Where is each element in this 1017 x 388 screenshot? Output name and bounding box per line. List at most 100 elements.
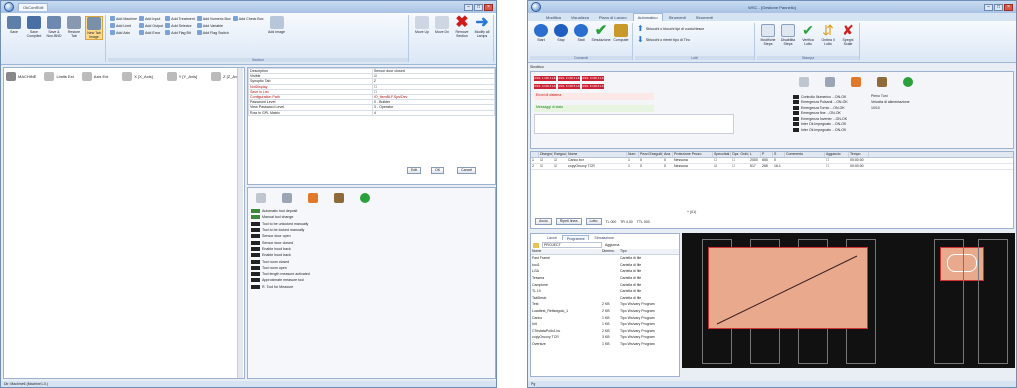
minimize-button[interactable]: – [984,3,993,11]
file-row[interactable]: Campione Cartella di file [531,281,679,288]
lamp-row[interactable]: R. Tool for Measure [251,284,492,290]
axis-led[interactable]: ASS. 1 NR 1 LK LIM.LAL [534,76,556,85]
avvio-button[interactable]: Avvio [535,218,552,225]
maximize-button[interactable]: □ [994,3,1003,11]
file-row[interactable]: Test 2 KB Tipo Ws/vary Program [531,301,679,308]
green-circle-icon[interactable] [360,193,370,203]
column-header[interactable]: Eseguo [553,152,567,157]
axis-led[interactable]: ASS. 6 NR 6 LK LIM.LAL [582,84,604,93]
ribbon-tab[interactable]: Automatico [632,13,663,21]
maximize-button[interactable]: □ [474,3,483,11]
file-row[interactable]: LGA Cartella di file [531,268,679,275]
add-input-button[interactable]: Add Input [138,16,163,21]
add-selector-button[interactable]: Add Selector [165,23,195,28]
ribbon-tab[interactable]: Strumenti [692,14,717,21]
property-value[interactable]: 4 [371,109,495,116]
column-header[interactable]: Num [627,152,639,157]
new-tab-image-button[interactable]: New Tab Image [85,16,103,40]
tools-icon[interactable] [282,193,292,203]
tree-node[interactable]: Limits Ext [38,71,74,83]
close-button[interactable]: × [1004,3,1013,11]
arrow-down-button[interactable]: ⬇ Sblocchi o rientri tipo di Tiro [637,35,690,44]
ok-button[interactable]: OK [431,167,445,174]
tree-node[interactable]: Y [Y_Axis] [155,71,197,83]
axis-led[interactable]: ASS. 3 NR 3 LK LIM.LAL [582,76,604,85]
disabilita-steps-button[interactable]: Disabilita Steps [779,24,797,46]
arrow-up-button[interactable]: ⬆ Sblocchi o blocchi tipi di vuoto/riesce [637,24,704,33]
column-header[interactable]: P [761,152,773,157]
file-row[interactable]: tool1 Cartella di file [531,262,679,269]
explorer-tab[interactable]: Lavori [543,235,561,240]
file-row[interactable]: Fast Frame Cartella di file [531,255,679,262]
explorer-column-header[interactable]: Nome [531,249,601,254]
minimize-button[interactable]: – [464,3,473,11]
add-limit-button[interactable]: Add Limit [110,23,137,28]
simulation-button[interactable]: ✔ Simulazione [591,23,610,42]
edit-button[interactable]: Edit [407,167,422,174]
explorer-column-header[interactable]: Tipo [619,249,675,254]
verifica-lotto-button[interactable]: ✔ Verifica Lotto [799,23,817,46]
column-header[interactable]: Commento [785,152,825,157]
app-menu-orb[interactable] [4,2,14,12]
column-header[interactable]: Tempo [849,152,869,157]
file-row[interactable]: CTestataPollo1.bc 2 KB Tipo Ws/vary Progra… [531,328,679,335]
move-down-button[interactable]: Move Dn [433,16,451,34]
column-header[interactable]: S [773,152,785,157]
fire-icon[interactable] [851,77,861,87]
file-row[interactable]: Oversize 1 KB Tipo Ws/vary Program [531,341,679,348]
cancel-button[interactable]: Cancel [457,167,477,174]
explorer-path[interactable]: PROJECT [542,242,602,248]
add-flag-switch-button[interactable]: Add Flag Switch [196,30,231,35]
save-nonbnd-button[interactable]: Save & Non-BND [45,16,63,38]
axis-led[interactable]: ASS. 5 NR 5 LK LIM.LAL [558,84,580,93]
file-row[interactable]: TL 10 Cartella di file [531,288,679,295]
tree-node[interactable]: Z [Z_Axis] [199,71,241,83]
computer-button[interactable]: Computer [612,24,630,42]
add-numeric-box-button[interactable]: Add Numeric Box [196,16,231,21]
column-header[interactable]: Nome [567,152,627,157]
explorer-column-header[interactable]: Dimens. [601,249,619,254]
tree-node[interactable]: X [X_Axis] [110,71,153,83]
column-header[interactable]: Pezzi Eseguiti [639,152,663,157]
refresh-button[interactable]: Aggiorna [605,243,619,247]
column-header[interactable]: Ana [663,152,673,157]
lotto-button[interactable]: Lotto [585,218,602,225]
add-check-box-button[interactable]: Add Check Box [232,16,264,21]
document-tab[interactable]: OkConfEdit [18,3,49,11]
remove-section-button[interactable]: ✖ Remove Section [453,15,471,39]
ribbon-tab[interactable]: Strumenti [665,14,690,21]
gear-icon[interactable] [256,193,266,203]
column-header[interactable]: Aggancio [825,152,849,157]
move-up-button[interactable]: Move Up [413,16,431,34]
add-image-button[interactable]: Add Image [266,16,288,34]
tree-node[interactable]: Axis Ext [76,71,108,83]
ripeti-button[interactable]: Ripeti linea [555,218,582,225]
ribbon-tab[interactable]: Piano di Lavoro [595,14,631,21]
green-circle-icon[interactable] [903,77,913,87]
file-row[interactable]: Carico 1 KB Tipo Ws/vary Program [531,314,679,321]
add-error-button[interactable]: Add Error [138,30,163,35]
gear-icon[interactable] [799,77,809,87]
add-axis-button[interactable]: Add Axis [110,30,137,35]
column-header[interactable]: Protezione Pezzo [673,152,713,157]
restore-tab-button[interactable]: Restore Tab [65,16,83,38]
file-row[interactable]: Loadtest_Rettangolo_1 2 KB Tipo Ws/vary Pr… [531,308,679,315]
ordina-lotto-button[interactable]: ⇵ Ordina il Lotto [819,23,837,46]
ribbon-tab[interactable]: Visualizza [567,14,593,21]
tree-node[interactable]: T [T_Axis] [243,71,244,83]
file-row[interactable]: Tessera Cartella di file [531,275,679,282]
save-compiled-button[interactable]: Save Compiled [25,16,43,38]
save-button[interactable]: Save [5,16,23,34]
column-header[interactable]: Opz. Ordine [731,152,749,157]
file-row[interactable]: copyOruoxy TCR 3 KB Tipo Ws/vary Program [531,334,679,341]
modifiche-steps-button[interactable]: Modifiche Steps [759,24,777,46]
close-button[interactable]: × [484,3,493,11]
add-flag-bit-button[interactable]: Add Flag Bit [165,30,195,35]
chart-icon[interactable] [877,77,887,87]
ribbon-tab[interactable]: Modifica [542,14,565,21]
file-row[interactable]: TabDesic Cartella di file [531,295,679,302]
column-header[interactable]: Specchiat [713,152,731,157]
chart-icon[interactable] [334,193,344,203]
fire-icon[interactable] [308,193,318,203]
property-row[interactable]: Row in GPL Matrix 4 [248,109,495,116]
